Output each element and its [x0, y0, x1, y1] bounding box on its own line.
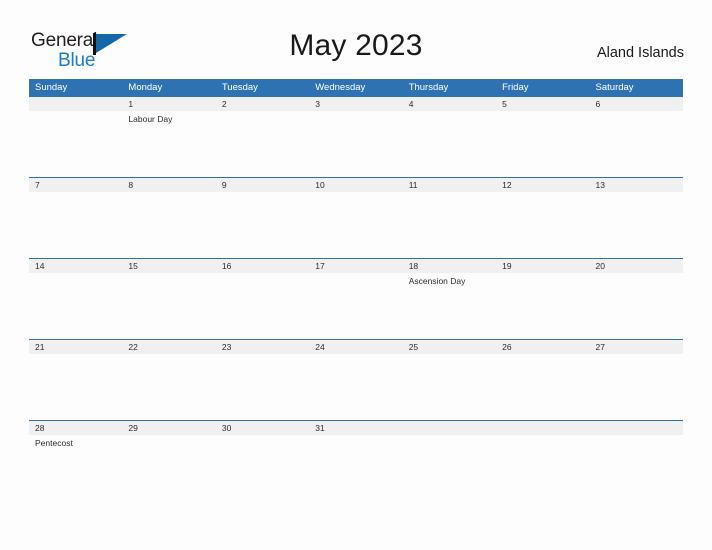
week-date-band: 28 29 30 31 — [29, 421, 683, 435]
day-event — [309, 435, 402, 501]
calendar-page: General Blue May 2023 Aland Islands Sund… — [0, 0, 712, 550]
day-event — [216, 354, 309, 420]
day-event — [590, 192, 683, 258]
day-number[interactable]: 25 — [403, 340, 496, 354]
day-number — [403, 421, 496, 435]
day-number[interactable]: 20 — [590, 259, 683, 273]
day-number[interactable]: 7 — [29, 178, 122, 192]
day-event — [496, 111, 589, 177]
weekday-header-friday: Friday — [502, 82, 529, 93]
day-number[interactable]: 14 — [29, 259, 122, 273]
day-event — [309, 192, 402, 258]
day-number[interactable]: 4 — [403, 97, 496, 111]
day-number[interactable]: 5 — [496, 97, 589, 111]
day-number[interactable]: 15 — [122, 259, 215, 273]
day-event — [590, 111, 683, 177]
week-row: 21 22 23 24 25 26 27 — [29, 339, 683, 420]
day-event: Labour Day — [128, 114, 173, 124]
day-number[interactable]: 1 — [122, 97, 215, 111]
day-number[interactable]: 28 — [29, 421, 122, 435]
week-event-band: Ascension Day — [29, 273, 683, 339]
day-event — [309, 273, 402, 339]
day-event — [29, 192, 122, 258]
day-event — [29, 111, 122, 177]
day-event — [496, 192, 589, 258]
day-event — [496, 273, 589, 339]
day-event — [496, 435, 589, 501]
day-number[interactable]: 6 — [590, 97, 683, 111]
weekday-header-wednesday: Wednesday — [315, 82, 366, 93]
week-date-band: 14 15 16 17 18 19 20 — [29, 259, 683, 273]
week-event-band — [29, 354, 683, 420]
day-number[interactable]: 17 — [309, 259, 402, 273]
day-event — [496, 354, 589, 420]
day-event — [590, 354, 683, 420]
week-row: 1 2 3 4 5 6 Labour Day — [29, 96, 683, 177]
day-number — [496, 421, 589, 435]
locale-label: Aland Islands — [596, 45, 684, 61]
weekday-header-monday: Monday — [128, 82, 163, 93]
day-number[interactable]: 3 — [309, 97, 402, 111]
week-event-band: Labour Day — [29, 111, 683, 177]
day-number[interactable] — [29, 97, 122, 111]
day-number[interactable]: 30 — [216, 421, 309, 435]
day-event — [122, 273, 215, 339]
day-event — [309, 111, 402, 177]
week-date-band: 7 8 9 10 11 12 13 — [29, 178, 683, 192]
day-number[interactable]: 29 — [122, 421, 215, 435]
day-number[interactable]: 24 — [309, 340, 402, 354]
week-row: 28 29 30 31 Pentecost — [29, 420, 683, 501]
day-number[interactable]: 31 — [309, 421, 402, 435]
day-event — [122, 354, 215, 420]
day-event — [309, 354, 402, 420]
day-event — [590, 273, 683, 339]
day-number[interactable]: 16 — [216, 259, 309, 273]
day-number[interactable]: 18 — [403, 259, 496, 273]
day-event — [590, 435, 683, 501]
day-event — [29, 354, 122, 420]
week-row: 7 8 9 10 11 12 13 — [29, 177, 683, 258]
day-event — [403, 192, 496, 258]
day-number[interactable]: 10 — [309, 178, 402, 192]
day-event — [216, 273, 309, 339]
weekday-header-thursday: Thursday — [408, 82, 449, 93]
day-number[interactable]: 8 — [122, 178, 215, 192]
weekday-header-saturday: Saturday — [595, 82, 634, 93]
day-number[interactable]: 22 — [122, 340, 215, 354]
day-event — [216, 192, 309, 258]
week-date-band: 21 22 23 24 25 26 27 — [29, 340, 683, 354]
day-event — [122, 435, 215, 501]
day-number[interactable]: 9 — [216, 178, 309, 192]
weekday-header-row: Sunday Monday Tuesday Wednesday Thursday… — [29, 79, 683, 96]
day-event: Pentecost — [35, 438, 73, 448]
day-number[interactable]: 23 — [216, 340, 309, 354]
day-number[interactable]: 26 — [496, 340, 589, 354]
calendar-grid: Sunday Monday Tuesday Wednesday Thursday… — [29, 79, 683, 501]
day-event — [216, 435, 309, 501]
week-event-band — [29, 192, 683, 258]
day-number[interactable]: 2 — [216, 97, 309, 111]
week-date-band: 1 2 3 4 5 6 — [29, 97, 683, 111]
day-number[interactable]: 11 — [403, 178, 496, 192]
day-number — [590, 421, 683, 435]
day-event — [29, 273, 122, 339]
day-number[interactable]: 27 — [590, 340, 683, 354]
day-event — [216, 111, 309, 177]
day-event — [403, 354, 496, 420]
day-event — [122, 192, 215, 258]
day-event: Ascension Day — [408, 276, 466, 286]
day-number[interactable]: 12 — [496, 178, 589, 192]
weekday-header-tuesday: Tuesday — [221, 82, 258, 93]
day-number[interactable]: 13 — [590, 178, 683, 192]
week-row: 14 15 16 17 18 19 20 Ascension Day — [29, 258, 683, 339]
day-event — [403, 435, 496, 501]
week-event-band: Pentecost — [29, 435, 683, 501]
day-event — [403, 111, 496, 177]
day-number[interactable]: 19 — [496, 259, 589, 273]
weekday-header-sunday: Sunday — [35, 82, 68, 93]
page-header: General Blue May 2023 Aland Islands — [0, 0, 712, 79]
day-number[interactable]: 21 — [29, 340, 122, 354]
